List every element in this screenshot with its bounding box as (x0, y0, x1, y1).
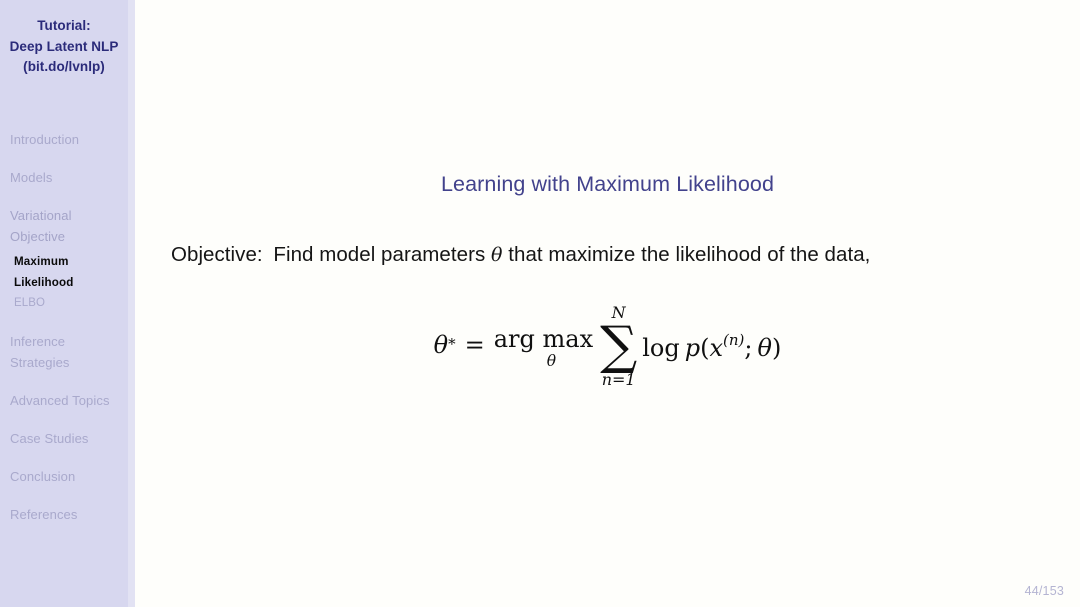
objective-statement: Objective: Find model parameters θ that … (171, 243, 870, 267)
sidebar-subitem-label: ELBO (14, 297, 46, 309)
sidebar-item-label: Case Studies (10, 431, 89, 446)
sidebar-item-label: Conclusion (10, 469, 76, 484)
sidebar-item-references[interactable]: References (0, 504, 128, 525)
sidebar-item-label-line-2: Strategies (10, 355, 70, 370)
equation-sum-lower-limit: n=1 (601, 370, 636, 389)
equation-argmax-operator: arg max θ (494, 326, 593, 369)
sidebar-item-label: Models (10, 170, 53, 185)
equation-close-paren: ) (771, 333, 782, 362)
sigma-icon: ∑ (600, 316, 638, 376)
sidebar-item-introduction[interactable]: Introduction (0, 129, 128, 150)
sidebar-item-maximum-likelihood[interactable]: Maximum Likelihood (0, 251, 128, 293)
sidebar-item-label: Advanced Topics (10, 393, 110, 408)
sidebar-subsection-group: Maximum Likelihood ELBO (0, 251, 128, 314)
equation-argmax-limit: θ (546, 351, 557, 370)
table-of-contents: Introduction Models Variational Objectiv… (0, 129, 128, 542)
sidebar-title-line-2: Deep Latent NLP (9, 38, 119, 54)
sidebar-item-label: Introduction (10, 132, 80, 147)
maximum-likelihood-equation: θ * = arg max θ N ∑ n=1 log p(x(n); θ) (135, 302, 1080, 388)
presentation-slide: Tutorial: Deep Latent NLP (bit.do/lvnlp)… (0, 0, 1080, 607)
sidebar-item-advanced-topics[interactable]: Advanced Topics (0, 390, 128, 411)
page-number: 44/153 (1024, 584, 1064, 598)
equation-argmax-label: arg max (493, 324, 594, 353)
objective-text-part-1: Find model parameters (273, 243, 486, 266)
equation-parameter-theta: θ (757, 333, 772, 362)
equation-semicolon: ; (744, 333, 753, 362)
sidebar-title: Tutorial: Deep Latent NLP (bit.do/lvnlp) (0, 16, 128, 78)
sidebar-divider (128, 0, 135, 607)
sidebar-item-elbo[interactable]: ELBO (0, 293, 128, 314)
sidebar-item-label: References (10, 507, 78, 522)
sidebar-subitem-label: Maximum Likelihood (14, 255, 74, 289)
equation-density-p: p (684, 333, 701, 362)
sidebar-title-line-3: (bit.do/lvnlp) (23, 59, 105, 74)
slide-title: Learning with Maximum Likelihood (440, 172, 775, 196)
sidebar-navigation: Tutorial: Deep Latent NLP (bit.do/lvnlp)… (0, 0, 128, 607)
equation-lhs-theta: θ (433, 331, 449, 359)
equation-log-term: log p(x(n); θ) (642, 330, 782, 362)
equation-variable-x: x (709, 333, 724, 362)
slide-content: Learning with Maximum Likelihood Objecti… (135, 0, 1080, 607)
sidebar-item-models[interactable]: Models (0, 167, 128, 188)
equation-lhs-star: * (448, 335, 456, 353)
sidebar-item-label-line-1: Inference (10, 334, 66, 349)
equation-summation: N ∑ n=1 (600, 304, 637, 388)
sidebar-item-inference-strategies[interactable]: Inference Strategies (0, 331, 128, 373)
objective-text-part-2: that maximize the likelihood of the data… (508, 243, 871, 266)
equation-log-label: log (642, 333, 680, 362)
sidebar-item-variational-objective[interactable]: Variational Objective (0, 205, 128, 247)
equation-equals: = (464, 331, 485, 359)
objective-theta-symbol: θ (491, 244, 503, 266)
objective-prefix: Objective: (171, 243, 263, 266)
equation-variable-superscript: (n) (723, 330, 745, 349)
sidebar-item-case-studies[interactable]: Case Studies (0, 428, 128, 449)
sidebar-title-line-1: Tutorial: (37, 18, 91, 33)
sidebar-item-label-line-1: Variational (10, 208, 72, 223)
sidebar-item-label-line-2: Objective (10, 229, 66, 244)
sidebar-item-conclusion[interactable]: Conclusion (0, 466, 128, 487)
